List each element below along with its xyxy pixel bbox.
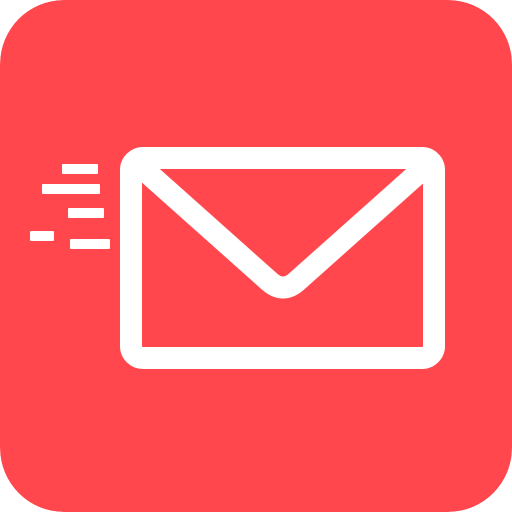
speed-line (30, 231, 54, 241)
speed-line (70, 239, 110, 249)
mail-app-icon[interactable] (0, 0, 512, 512)
speed-line (62, 164, 98, 174)
app-icon-graphic (0, 0, 512, 512)
speed-line (42, 184, 100, 194)
speed-line (68, 208, 104, 218)
